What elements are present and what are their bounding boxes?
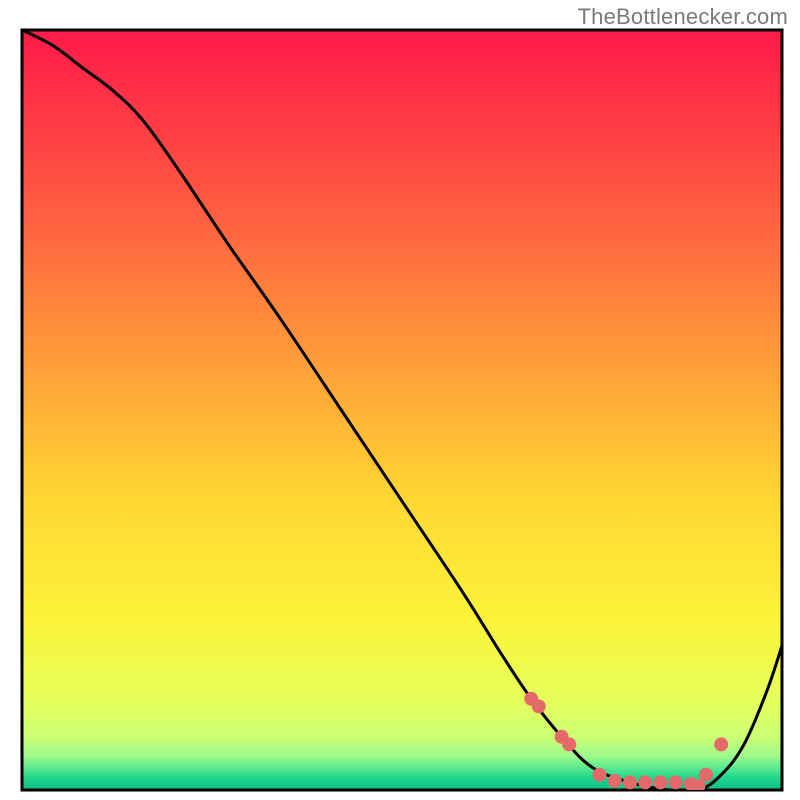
marker-dot (608, 774, 622, 788)
bottleneck-chart (0, 0, 800, 800)
marker-dot (593, 768, 607, 782)
plot-area (22, 30, 782, 793)
marker-dot (669, 775, 683, 789)
marker-dot (653, 775, 667, 789)
marker-dot (532, 699, 546, 713)
gradient-background (22, 30, 782, 790)
marker-dot (699, 768, 713, 782)
marker-dot (714, 737, 728, 751)
marker-dot (562, 737, 576, 751)
chart-container: TheBottlenecker.com (0, 0, 800, 800)
marker-dot (638, 775, 652, 789)
marker-dot (623, 775, 637, 789)
